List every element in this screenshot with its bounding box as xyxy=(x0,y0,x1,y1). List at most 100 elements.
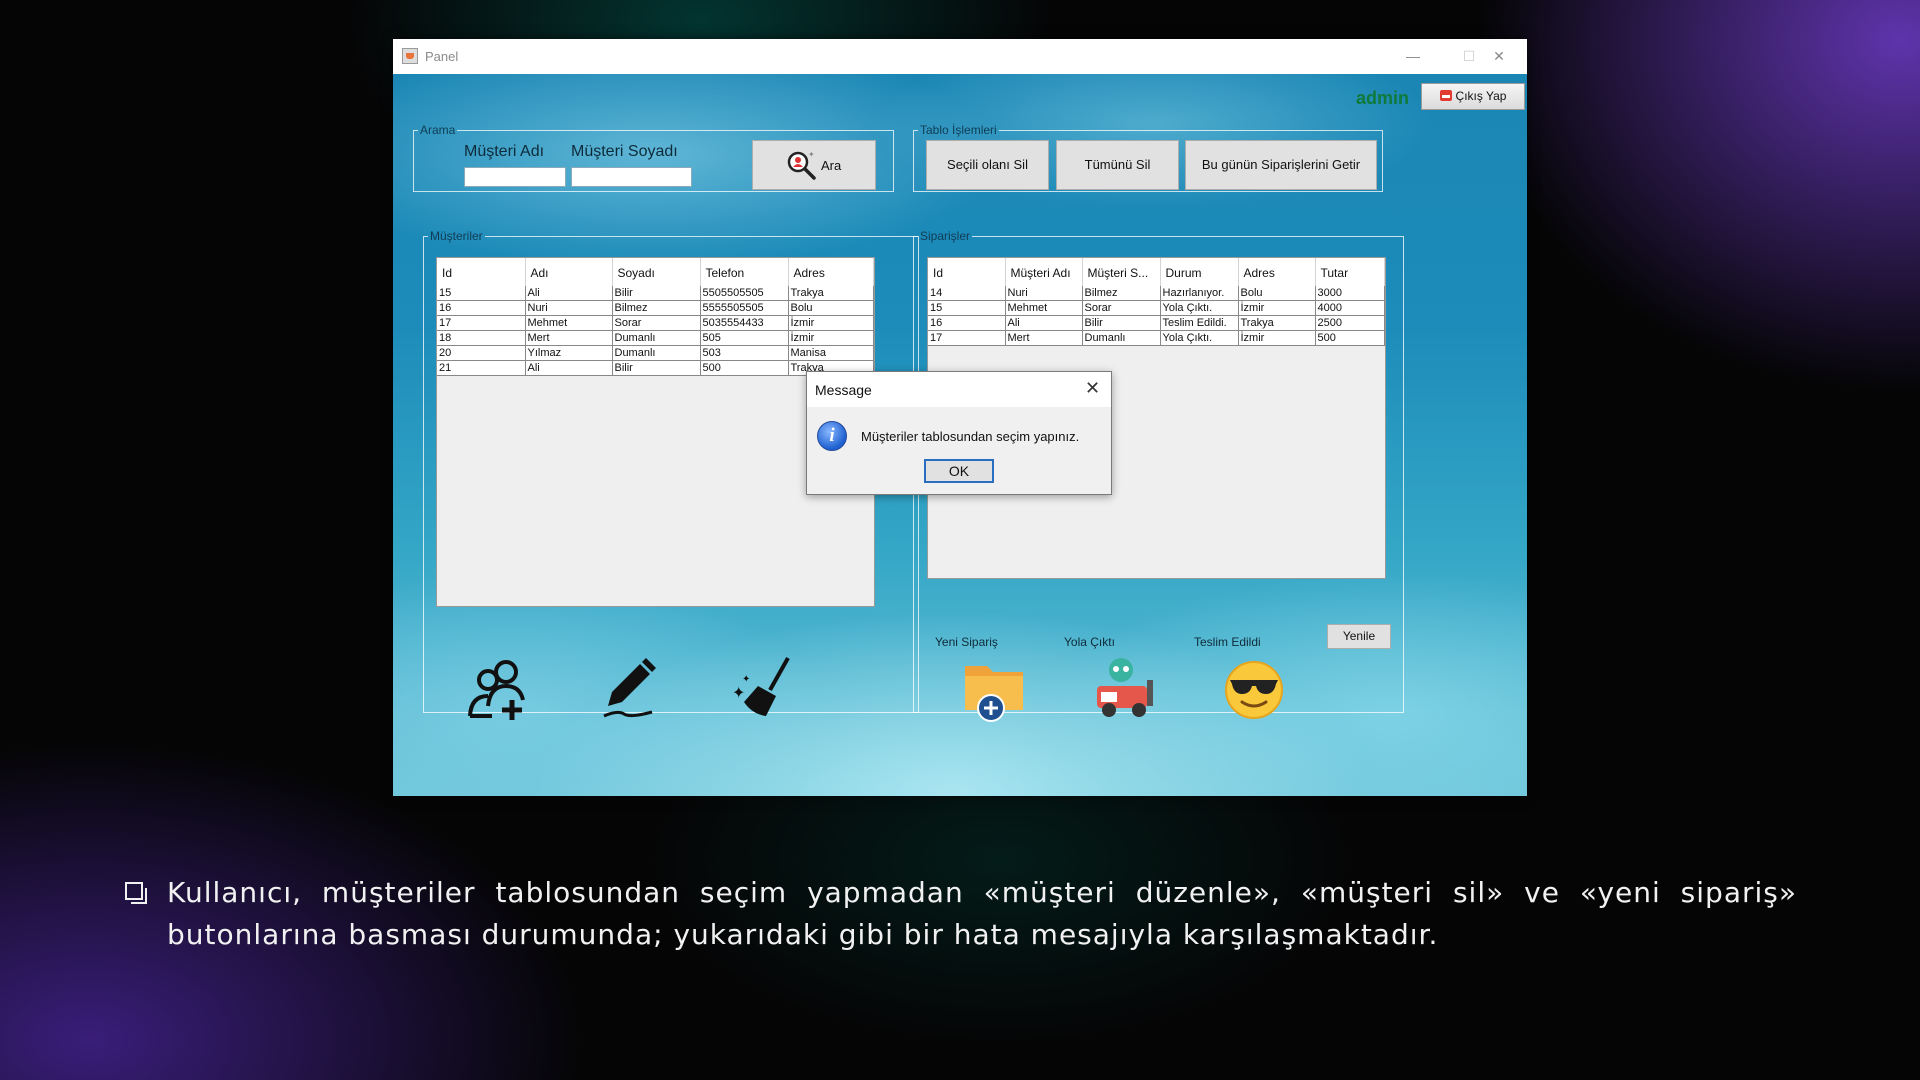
checkbox-bullet-icon xyxy=(125,882,147,904)
column-header[interactable]: Soyadı xyxy=(612,258,701,286)
column-header[interactable]: Id xyxy=(928,258,1006,286)
table-row[interactable]: 16 Ali Bilir Teslim Edildi. Trakya 2500 xyxy=(928,315,1385,331)
search-legend: Arama xyxy=(420,123,456,137)
first-name-input[interactable] xyxy=(464,167,566,187)
table-cell[interactable]: 2500 xyxy=(1315,315,1385,331)
table-cell[interactable]: Bilir xyxy=(612,360,701,376)
table-cell[interactable]: Ali xyxy=(1005,315,1083,331)
table-row[interactable]: 20 Yılmaz Dumanlı 503 Manisa xyxy=(437,345,874,361)
table-cell[interactable]: Bilmez xyxy=(1082,286,1161,301)
table-cell[interactable]: Yılmaz xyxy=(525,345,613,361)
table-cell[interactable]: 18 xyxy=(437,330,526,346)
java-app-icon xyxy=(402,48,418,64)
column-header[interactable]: Durum xyxy=(1160,258,1239,286)
column-header[interactable]: Tutar xyxy=(1315,258,1385,286)
table-row[interactable]: 18 Mert Dumanlı 505 İzmir xyxy=(437,330,874,346)
table-cell[interactable]: Bolu xyxy=(788,300,874,316)
table-cell[interactable]: Mert xyxy=(1005,330,1083,346)
table-cell[interactable]: 16 xyxy=(928,315,1006,331)
column-header[interactable]: Adres xyxy=(1238,258,1316,286)
table-cell[interactable]: 5035554433 xyxy=(700,315,789,331)
table-cell[interactable]: Sorar xyxy=(612,315,701,331)
table-cell[interactable]: 15 xyxy=(928,300,1006,316)
column-header[interactable]: Müşteri Adı xyxy=(1005,258,1083,286)
broom-icon[interactable]: ✦ ✦ xyxy=(730,654,796,720)
table-cell[interactable]: İzmir xyxy=(1238,330,1316,346)
table-row[interactable]: 14 Nuri Bilmez Hazırlanıyor. Bolu 3000 xyxy=(928,286,1385,301)
table-row[interactable]: 17 Mert Dumanlı Yola Çıktı. İzmir 500 xyxy=(928,330,1385,346)
table-cell[interactable]: 17 xyxy=(437,315,526,331)
delivery-robot-icon[interactable] xyxy=(1093,656,1159,722)
table-row[interactable]: 17 Mehmet Sorar 5035554433 İzmir xyxy=(437,315,874,331)
sunglasses-smiley-icon[interactable] xyxy=(1222,656,1288,722)
table-cell[interactable]: 503 xyxy=(700,345,789,361)
table-cell[interactable]: Nuri xyxy=(525,300,613,316)
minimize-button[interactable]: — xyxy=(1385,39,1441,74)
table-cell[interactable]: Yola Çıktı. xyxy=(1160,300,1239,316)
table-cell[interactable]: 500 xyxy=(700,360,789,376)
logout-button[interactable]: Çıkış Yap xyxy=(1421,83,1525,110)
table-cell[interactable]: Dumanlı xyxy=(612,330,701,346)
table-cell[interactable]: İzmir xyxy=(788,330,874,346)
table-row[interactable]: 15 Mehmet Sorar Yola Çıktı. İzmir 4000 xyxy=(928,300,1385,316)
table-cell[interactable]: 505 xyxy=(700,330,789,346)
pencil-icon[interactable] xyxy=(598,654,664,720)
logged-in-user: admin xyxy=(1356,88,1410,108)
dialog-close-button[interactable]: ✕ xyxy=(1085,378,1100,399)
table-cell[interactable]: 21 xyxy=(437,360,526,376)
table-cell[interactable]: Bolu xyxy=(1238,286,1316,301)
table-cell[interactable]: Mehmet xyxy=(525,315,613,331)
table-cell[interactable]: Ali xyxy=(525,360,613,376)
column-header[interactable]: Id xyxy=(437,258,526,286)
table-cell[interactable]: Yola Çıktı. xyxy=(1160,330,1239,346)
table-cell[interactable]: 5555505505 xyxy=(700,300,789,316)
table-cell[interactable]: Mehmet xyxy=(1005,300,1083,316)
table-cell[interactable]: 16 xyxy=(437,300,526,316)
table-row[interactable]: 16 Nuri Bilmez 5555505505 Bolu xyxy=(437,300,874,316)
table-cell[interactable]: 3000 xyxy=(1315,286,1385,301)
table-cell[interactable]: Manisa xyxy=(788,345,874,361)
table-cell[interactable]: 17 xyxy=(928,330,1006,346)
column-header[interactable]: Adı xyxy=(525,258,613,286)
table-cell[interactable]: İzmir xyxy=(788,315,874,331)
first-name-label: Müşteri Adı xyxy=(464,143,545,160)
add-user-icon[interactable] xyxy=(466,656,532,722)
table-cell[interactable]: Trakya xyxy=(1238,315,1316,331)
table-cell[interactable]: 5505505505 xyxy=(700,286,789,301)
table-cell[interactable]: 15 xyxy=(437,286,526,301)
table-cell[interactable]: 14 xyxy=(928,286,1006,301)
table-cell[interactable]: Bilir xyxy=(1082,315,1161,331)
calendar-icon xyxy=(1439,90,1452,101)
table-cell[interactable]: Nuri xyxy=(1005,286,1083,301)
new-order-label: Yeni Sipariş xyxy=(935,635,998,649)
table-cell[interactable]: Mert xyxy=(525,330,613,346)
column-header[interactable]: Müşteri S... xyxy=(1082,258,1161,286)
table-cell[interactable]: Dumanlı xyxy=(1082,330,1161,346)
table-cell[interactable]: Bilmez xyxy=(612,300,701,316)
refresh-button[interactable]: Yenile xyxy=(1327,624,1391,649)
ok-button[interactable]: OK xyxy=(924,459,994,483)
table-cell[interactable]: Bilir xyxy=(612,286,701,301)
delete-all-button[interactable]: Tümünü Sil xyxy=(1056,140,1179,190)
today-orders-button[interactable]: Bu günün Siparişlerini Getir xyxy=(1185,140,1377,190)
last-name-input[interactable] xyxy=(571,167,692,187)
table-cell[interactable]: Trakya xyxy=(788,286,874,301)
table-cell[interactable]: 20 xyxy=(437,345,526,361)
table-ops-legend: Tablo İşlemleri xyxy=(920,123,997,137)
folder-plus-icon[interactable] xyxy=(961,656,1027,722)
close-button[interactable]: ✕ xyxy=(1471,39,1527,74)
table-cell[interactable]: Ali xyxy=(525,286,613,301)
table-cell[interactable]: 500 xyxy=(1315,330,1385,346)
table-cell[interactable]: Hazırlanıyor. xyxy=(1160,286,1239,301)
search-button[interactable]: ✦ Ara xyxy=(752,140,876,190)
table-cell[interactable]: Sorar xyxy=(1082,300,1161,316)
table-row[interactable]: 15 Ali Bilir 5505505505 Trakya xyxy=(437,286,874,301)
column-header[interactable]: Adres xyxy=(788,258,874,286)
table-cell[interactable]: Dumanlı xyxy=(612,345,701,361)
table-cell[interactable]: İzmir xyxy=(1238,300,1316,316)
column-header[interactable]: Telefon xyxy=(700,258,789,286)
delete-selected-button[interactable]: Seçili olanı Sil xyxy=(926,140,1049,190)
table-cell[interactable]: Teslim Edildi. xyxy=(1160,315,1239,331)
table-cell[interactable]: 4000 xyxy=(1315,300,1385,316)
slide-caption-text: Kullanıcı, müşteriler tablosundan seçim … xyxy=(167,876,1797,951)
